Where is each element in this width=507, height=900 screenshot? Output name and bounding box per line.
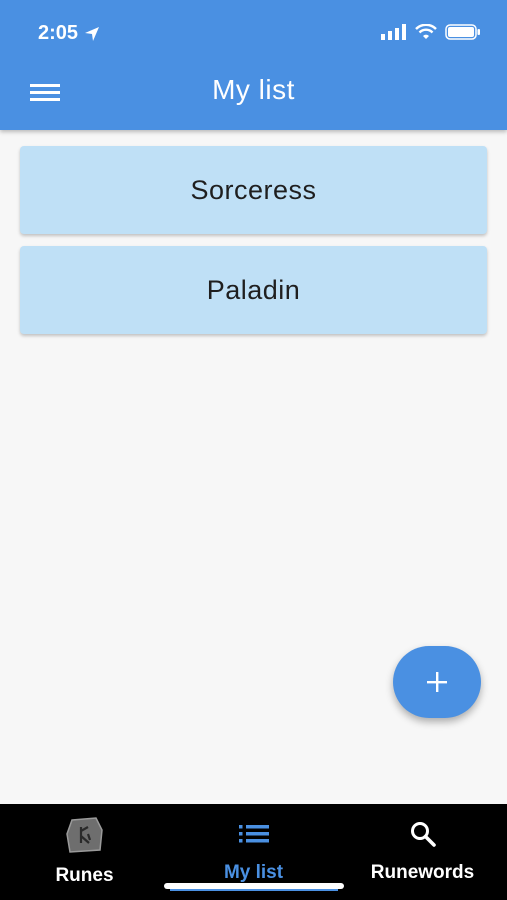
rune-stone-icon xyxy=(65,817,103,853)
list-item-label: Sorceress xyxy=(190,174,317,205)
wifi-icon xyxy=(415,24,437,39)
cellular-signal-icon xyxy=(381,24,406,40)
add-list-button[interactable] xyxy=(393,646,481,718)
nav-tab-runewords[interactable]: Runewords xyxy=(338,804,507,900)
plus-icon xyxy=(427,672,447,692)
list-item-paladin[interactable]: Paladin xyxy=(20,246,487,334)
nav-tab-label: Runewords xyxy=(370,862,475,883)
search-icon xyxy=(410,822,436,847)
status-time-text: 2:05 xyxy=(38,22,79,44)
status-icons xyxy=(381,24,481,40)
location-arrow-icon xyxy=(85,26,100,41)
list-item-sorceress[interactable]: Sorceress xyxy=(20,146,487,234)
nav-tab-label: Runes xyxy=(55,865,114,886)
nav-tab-label: My list xyxy=(223,862,284,883)
list-icon xyxy=(238,825,269,843)
nav-tab-runes[interactable]: Runes xyxy=(0,804,169,900)
list-item-label: Paladin xyxy=(206,274,301,305)
status-bar-time: 2:05 xyxy=(38,22,100,45)
page-title: My list xyxy=(212,74,295,105)
battery-icon xyxy=(445,24,480,40)
home-indicator[interactable] xyxy=(164,883,344,889)
app-bar: 2:05 My list xyxy=(0,0,507,130)
